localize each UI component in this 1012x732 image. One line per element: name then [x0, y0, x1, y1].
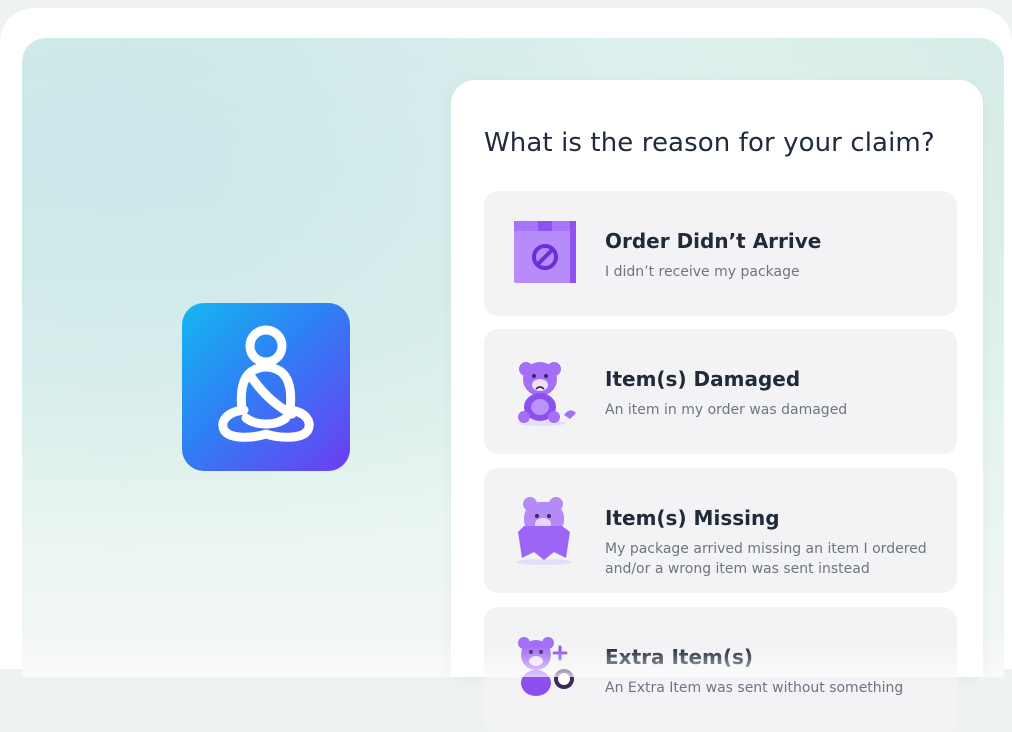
- option-title: Item(s) Damaged: [605, 367, 801, 391]
- missing-teddy-bear-icon: [510, 494, 580, 566]
- option-description: My package arrived missing an item I ord…: [605, 541, 927, 577]
- option-items-damaged[interactable]: Item(s) Damaged An item in my order was …: [484, 329, 957, 454]
- option-title: Extra Item(s): [605, 645, 754, 669]
- claim-question-heading: What is the reason for your claim?: [484, 128, 935, 158]
- option-description: An Extra Item was sent without something: [605, 680, 904, 696]
- option-title: Order Didn’t Arrive: [605, 229, 822, 253]
- option-items-missing[interactable]: Item(s) Missing My package arrived missi…: [484, 468, 957, 593]
- meditation-person-icon: [182, 303, 350, 471]
- extra-teddy-bear-icon: [510, 633, 580, 705]
- option-title: Item(s) Missing: [605, 506, 780, 530]
- damaged-teddy-bear-icon: [510, 355, 580, 427]
- option-order-didnt-arrive[interactable]: Order Didn’t Arrive I didn’t receive my …: [484, 191, 957, 316]
- option-description: An item in my order was damaged: [605, 402, 848, 418]
- option-extra-items[interactable]: Extra Item(s) An Extra Item was sent wit…: [484, 607, 957, 732]
- package-blocked-icon: [510, 217, 580, 289]
- claim-reason-panel: What is the reason for your claim? Order…: [451, 80, 983, 732]
- option-description: I didn’t receive my package: [605, 264, 800, 280]
- outer-frame: What is the reason for your claim? Order…: [0, 8, 1012, 732]
